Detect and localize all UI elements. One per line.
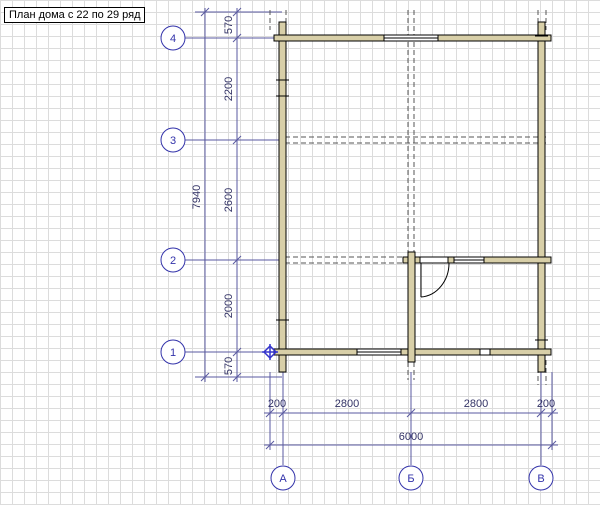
dim-label-570-top: 570 bbox=[223, 16, 235, 34]
door-swing bbox=[420, 262, 450, 298]
window-bottom-right bbox=[479, 348, 491, 356]
dim-label-2200: 2200 bbox=[223, 77, 235, 101]
vertical-dimension-labels: 570 2200 2600 2000 570 7940 bbox=[191, 16, 235, 375]
axis-label-b: Б bbox=[407, 473, 414, 485]
dim-label-6000: 6000 bbox=[399, 431, 423, 443]
move-crosshair-icon[interactable] bbox=[262, 344, 278, 360]
dim-label-7940: 7940 bbox=[191, 185, 203, 209]
dim-label-570-bottom: 570 bbox=[223, 357, 235, 375]
axis-marker-b: Б bbox=[398, 465, 424, 491]
dim-label-200-left: 200 bbox=[268, 398, 286, 410]
axis-label-1: 1 bbox=[170, 347, 176, 359]
axis-label-2: 2 bbox=[170, 255, 176, 267]
floor-plan: 4 3 2 1 А Б В 570 2200 2600 2000 570 794… bbox=[160, 7, 558, 491]
dim-label-200-right: 200 bbox=[537, 398, 555, 410]
axis-label-3: 3 bbox=[170, 135, 176, 147]
column-axis-markers: А Б В bbox=[270, 465, 554, 491]
dim-label-2600: 2600 bbox=[223, 188, 235, 212]
row-axis-markers: 4 3 2 1 bbox=[160, 25, 186, 365]
wall-axis-b-partial bbox=[407, 251, 416, 363]
dim-label-2800-left: 2800 bbox=[335, 398, 359, 410]
axis-marker-a: А bbox=[270, 465, 296, 491]
wall-axis-v bbox=[537, 21, 546, 373]
dim-label-2000: 2000 bbox=[223, 294, 235, 318]
door-opening bbox=[419, 256, 449, 264]
axis-marker-3: 3 bbox=[160, 127, 186, 153]
dim-label-2800-right: 2800 bbox=[464, 398, 488, 410]
walls bbox=[273, 21, 552, 373]
axis-marker-v: В bbox=[528, 465, 554, 491]
axis-marker-1: 1 bbox=[160, 339, 186, 365]
axis-marker-4: 4 bbox=[160, 25, 186, 51]
horizontal-dimensions bbox=[264, 372, 558, 465]
openings bbox=[356, 34, 491, 356]
axis-marker-2: 2 bbox=[160, 247, 186, 273]
axis-label-a: А bbox=[279, 473, 287, 485]
drawing-canvas[interactable]: План дома с 22 по 29 ряд 4 3 2 1 А Б В 5… bbox=[0, 0, 600, 505]
axis-label-v: В bbox=[537, 473, 544, 485]
axis-label-4: 4 bbox=[170, 33, 176, 45]
